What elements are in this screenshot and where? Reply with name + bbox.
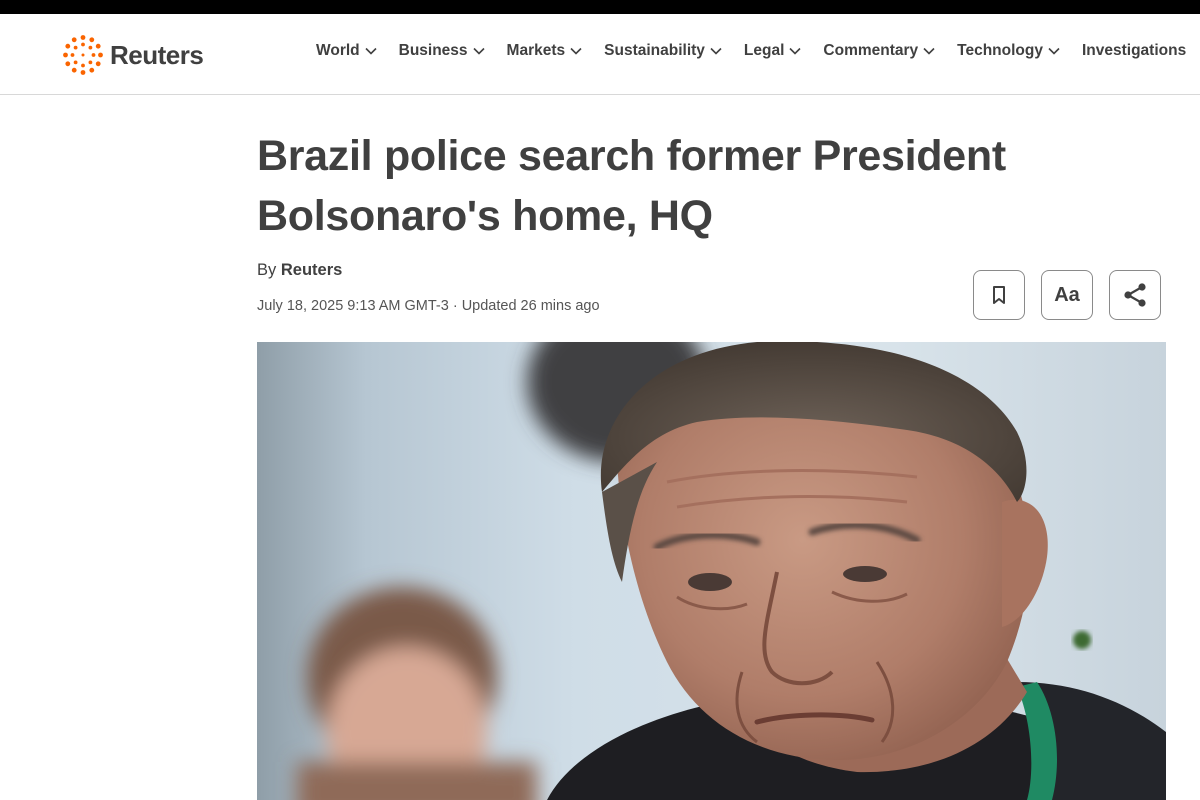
byline-prefix: By [257,261,277,279]
top-black-strip [0,0,1200,14]
chevron-down-icon [789,47,801,55]
nav-item-sustainability[interactable]: Sustainability [604,42,722,60]
text-size-button[interactable]: Aa [1041,270,1093,320]
nav-item-label: Commentary [823,42,919,59]
share-button[interactable] [1109,270,1161,320]
brand-name: Reuters [110,39,204,70]
reuters-dots-logo-icon [63,35,103,75]
reuters-logo[interactable]: Reuters [62,34,204,76]
chevron-down-icon [472,47,485,55]
nav-item-markets[interactable]: Markets [507,42,583,60]
chevron-down-icon [1048,47,1060,55]
article-lead-photo[interactable] [257,342,1166,800]
nav-item-label: Investigations [1081,42,1187,59]
nav-item-commentary[interactable]: Commentary [823,42,935,60]
article-actions: Aa [973,270,1161,320]
article-dateline: July 18, 2025 9:13 AM GMT-3 · Updated 26… [257,298,600,314]
share-icon [1124,283,1146,307]
nav-item-technology[interactable]: Technology [957,42,1060,60]
nav-item-label: Business [398,42,468,59]
author-link[interactable]: Reuters [281,261,342,279]
main-nav: World Business Markets Sustainability Le… [316,42,1200,60]
chevron-down-icon [365,47,377,55]
nav-item-investigations[interactable]: Investigations [1082,42,1186,60]
nav-item-label: Markets [506,42,566,59]
nav-item-label: Sustainability [604,42,705,59]
article-headline: Brazil police search former President Bo… [257,132,1006,240]
nav-item-world[interactable]: World [316,42,377,60]
bookmark-button[interactable] [973,270,1025,320]
nav-item-label: Legal [743,42,785,59]
article-header: Brazil police search former President Bo… [257,126,1167,246]
chevron-down-icon [570,47,582,55]
site-header: Reuters World Business Markets Sustainab… [0,14,1200,95]
nav-item-legal[interactable]: Legal [744,42,801,60]
nav-item-label: World [316,42,360,59]
nav-item-label: Technology [957,42,1043,59]
byline: By Reuters [257,261,342,280]
lead-photo-image [257,342,1166,800]
nav-item-business[interactable]: Business [399,42,485,60]
bookmark-icon [993,286,1005,304]
chevron-down-icon [710,47,722,55]
text-size-label: Aa [1054,283,1080,306]
chevron-down-icon [923,47,935,55]
